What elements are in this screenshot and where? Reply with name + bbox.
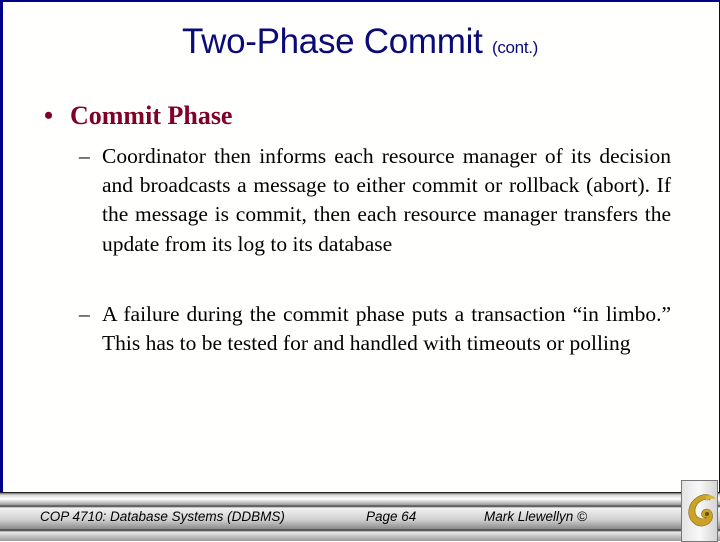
sub-bullet-text: Coordinator then informs each resource m… <box>102 144 671 256</box>
logo-box <box>681 480 718 542</box>
bullet-label: Commit Phase <box>70 101 233 130</box>
footer-course: COP 4710: Database Systems (DDBMS) <box>40 509 285 524</box>
sub-bullet: – Coordinator then informs each resource… <box>79 142 671 259</box>
slide: Two-Phase Commit (cont.) • Commit Phase –… <box>0 0 720 542</box>
sub-bullet-text: A failure during the commit phase puts a… <box>102 302 671 356</box>
slide-title-suffix: (cont.) <box>491 38 539 57</box>
footer-page-number: Page 64 <box>366 509 417 524</box>
bullet-dot-icon: • <box>44 101 54 130</box>
sub-bullet: – A failure during the commit phase puts… <box>79 300 671 358</box>
footer-bar: COP 4710: Database Systems (DDBMS) Page … <box>0 492 720 541</box>
dash-icon: – <box>79 302 90 326</box>
slide-title: Two-Phase Commit (cont.) <box>0 22 720 62</box>
ucf-pegasus-logo-icon <box>688 494 715 527</box>
slide-title-text: Two-Phase Commit <box>181 22 483 61</box>
bullet-commit-phase: • Commit Phase <box>44 101 232 131</box>
footer-author: Mark Llewellyn © <box>484 509 587 524</box>
dash-icon: – <box>79 144 90 168</box>
